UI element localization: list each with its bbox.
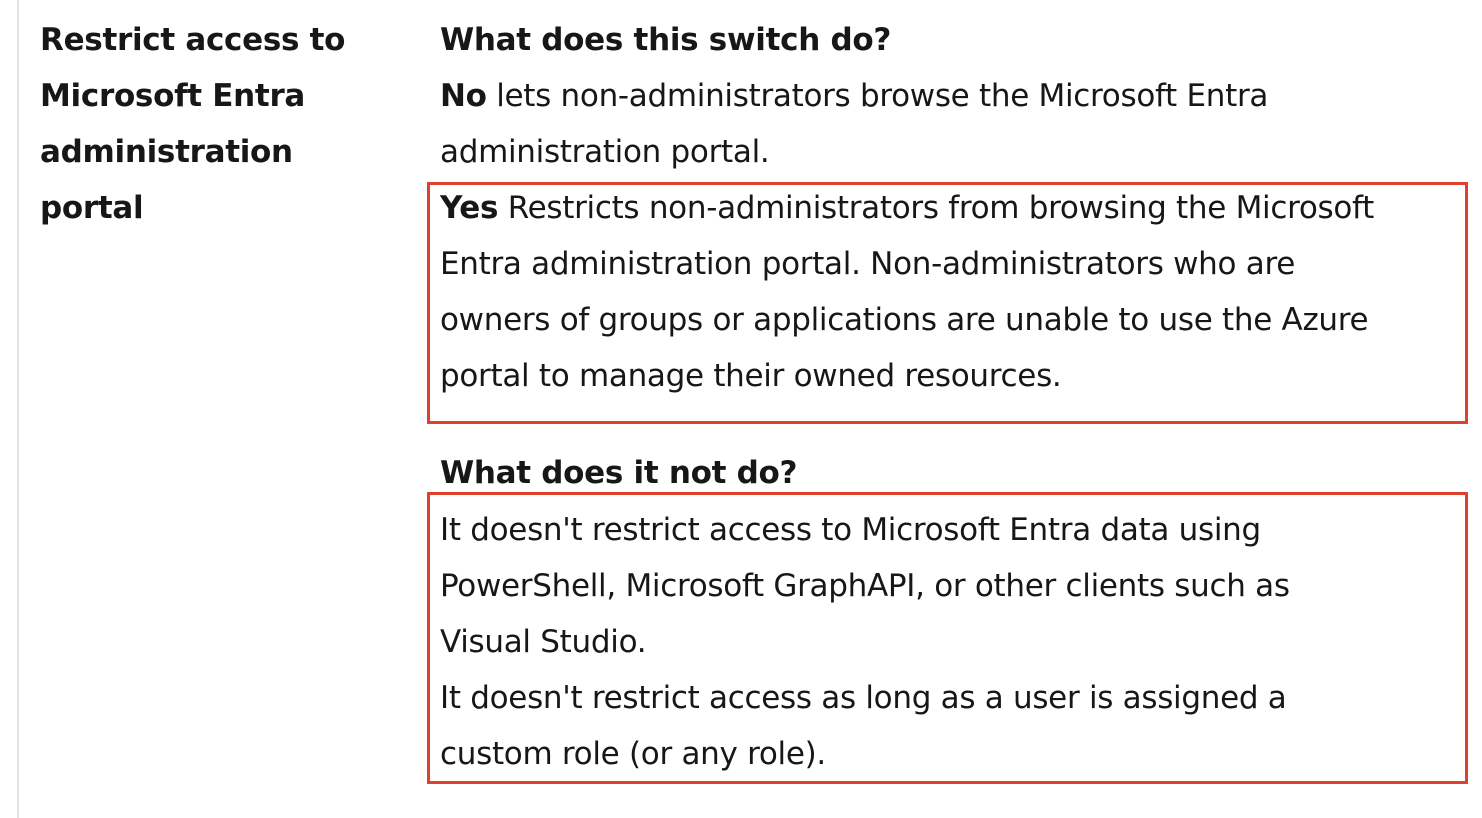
- no-description-line-2: administration portal.: [440, 134, 770, 170]
- setting-name-line: portal: [40, 190, 144, 226]
- no-keyword: No: [440, 78, 487, 114]
- yes-description-line: Yes Restricts non-administrators from br…: [440, 180, 1374, 236]
- setting-name-line: administration: [40, 134, 293, 170]
- not-do-line-3: Visual Studio.: [440, 624, 647, 660]
- table-left-border: [17, 0, 19, 818]
- no-description-line: No lets non-administrators browse the Mi…: [440, 68, 1268, 124]
- setting-name-line: Restrict access to: [40, 22, 346, 58]
- what-it-does-heading: What does this switch do?: [440, 22, 892, 58]
- yes-description-line-4: portal to manage their owned resources.: [440, 358, 1062, 394]
- not-do-line-2: PowerShell, Microsoft GraphAPI, or other…: [440, 568, 1290, 604]
- not-do-line-1: It doesn't restrict access to Microsoft …: [440, 512, 1261, 548]
- not-do-line-4: It doesn't restrict access as long as a …: [440, 680, 1287, 716]
- setting-name-line: Microsoft Entra: [40, 78, 306, 114]
- not-do-line-5: custom role (or any role).: [440, 736, 826, 772]
- yes-keyword: Yes: [440, 190, 499, 226]
- no-description-text: lets non-administrators browse the Micro…: [486, 78, 1269, 114]
- yes-description-line-3: owners of groups or applications are una…: [440, 302, 1369, 338]
- setting-name-cell: Restrict access to Microsoft Entra admin…: [40, 12, 370, 236]
- yes-description-line-2: Entra administration portal. Non-adminis…: [440, 246, 1295, 282]
- yes-description-text: Restricts non-administrators from browsi…: [498, 190, 1375, 226]
